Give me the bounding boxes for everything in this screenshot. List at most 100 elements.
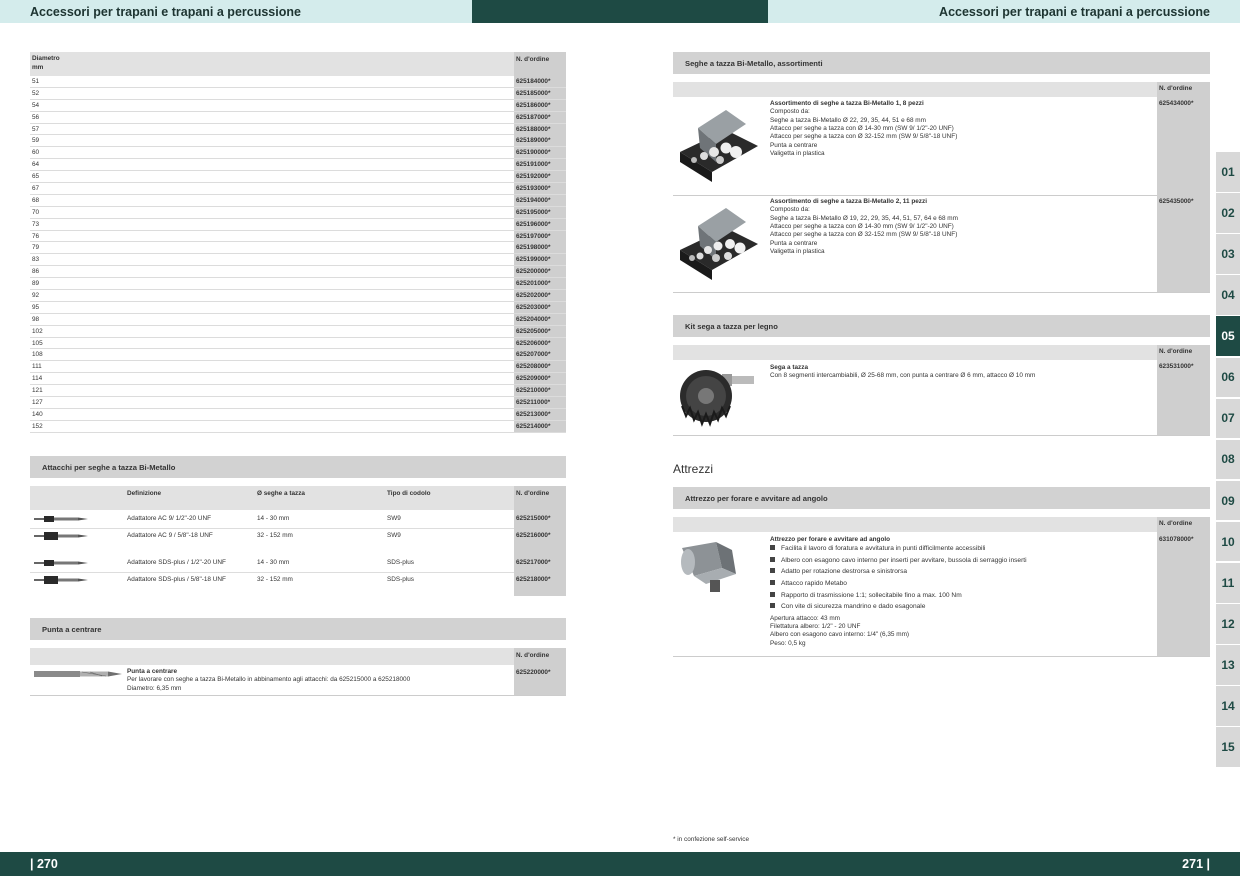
diameter-value: 127: [32, 399, 43, 407]
order-number: 625209000*: [514, 373, 566, 385]
diameter-value: 59: [32, 137, 40, 145]
definizione-cell: Adattatore SDS-plus / 5/8"-18 UNF: [127, 576, 226, 583]
kit-desc: Con 8 segmenti intercambiabili, Ø 25-68 …: [770, 372, 1036, 380]
bullet-text: Rapporto di trasmissione 1:1; sollecitab…: [781, 591, 962, 599]
page-title-right: Accessori per trapani e trapani a percus…: [939, 4, 1210, 19]
section-bar-attacchi: Attacchi per seghe a tazza Bi-Metallo: [30, 456, 566, 478]
chapter-tab-14[interactable]: 14: [1216, 686, 1240, 726]
diameter-value: 52: [32, 89, 40, 97]
feature-bullet: Facilita il lavoro di foratura e avvitat…: [770, 545, 1154, 554]
table-row: 92 625202000*: [30, 290, 566, 302]
seghe-divider-2: [673, 292, 1210, 293]
order-number: 625204000*: [514, 313, 566, 325]
diameter-header: Diametro mm: [32, 55, 60, 73]
seghe-line: Attacco per seghe a tazza con Ø 32-152 m…: [770, 231, 958, 239]
chapter-tab-13[interactable]: 13: [1216, 645, 1240, 685]
diameter-value: 79: [32, 244, 40, 252]
order-number: 625194000*: [514, 194, 566, 206]
col-codolo: Tipo di codolo: [387, 490, 431, 497]
table-row: 59 625189000*: [30, 135, 566, 148]
chapter-tab-04[interactable]: 04: [1216, 275, 1240, 315]
chapter-tab-03[interactable]: 03: [1216, 234, 1240, 274]
seghe-line: Valigetta in plastica: [770, 247, 825, 255]
attrezzi-divider: [673, 656, 1210, 657]
table-row: 83 625199000*: [30, 254, 566, 267]
seghe-order-1: 625434000*: [1159, 100, 1194, 107]
table-row: 51 625184000*: [30, 76, 566, 88]
holesaw-case-image-1: [680, 110, 758, 182]
kit-order-header: N. d'ordine: [1159, 348, 1193, 355]
page-title-left: Accessori per trapani e trapani a percus…: [30, 4, 301, 19]
punta-usage: Per lavorare con seghe a tazza Bi-Metall…: [127, 676, 411, 684]
chapter-tab-10[interactable]: 10: [1216, 521, 1240, 562]
angle-attachment-image: [681, 542, 736, 592]
feature-bullet: Attacco rapido Metabo: [770, 580, 1154, 589]
seghe-line: Punta a centrare: [770, 239, 818, 247]
attrezzi-order-number: 631078000*: [1159, 536, 1194, 543]
diameter-value: 95: [32, 303, 40, 311]
chapter-tab-11[interactable]: 11: [1216, 563, 1240, 603]
order-number: 625190000*: [514, 147, 566, 159]
definizione-cell: Adattatore SDS-plus / 1/2"-20 UNF: [127, 559, 226, 566]
table-row: 64 625191000*: [30, 159, 566, 172]
attrezzi-name: Attrezzo per forare e avvitare ad angolo: [770, 536, 891, 543]
footer-left: | 270: [0, 852, 620, 876]
chapter-tab-12[interactable]: 12: [1216, 604, 1240, 644]
section-bar-punta: Punta a centrare: [30, 618, 566, 640]
order-number: 625188000*: [514, 123, 566, 135]
section-bar-attrezzi: Attrezzo per forare e avvitare ad angolo: [673, 487, 1210, 509]
kit-description: Sega a tazza Con 8 segmenti intercambiab…: [770, 364, 1150, 381]
chapter-tab-02[interactable]: 02: [1216, 193, 1240, 233]
order-number: 625217000*: [516, 559, 551, 566]
table-row: 57 625188000*: [30, 123, 566, 136]
diameter-value: 86: [32, 268, 40, 276]
chapter-tab-08[interactable]: 08: [1216, 439, 1240, 480]
table-row: 102 625205000*: [30, 325, 566, 338]
seghe-item-1-name: Assortimento di seghe a tazza Bi-Metallo…: [770, 100, 924, 107]
attrezzi-description: Attrezzo per forare e avvitare ad angolo…: [770, 536, 1154, 648]
codolo-cell: SDS-plus: [387, 576, 414, 583]
table-row: 52 625185000*: [30, 87, 566, 100]
feature-bullet: Albero con esagono cavo interno per inse…: [770, 556, 1154, 566]
feature-bullet: Adatto per rotazione destrorsa e sinistr…: [770, 568, 1154, 577]
header-left-accent: [472, 0, 620, 23]
kit-order-column: N. d'ordine 623531000*: [1157, 345, 1210, 435]
chapter-tab-05[interactable]: 05: [1216, 316, 1240, 356]
page-number-left: | 270: [30, 857, 58, 871]
table-row: 68 625194000*: [30, 194, 566, 207]
attacchi-table-header: Definizione Ø seghe a tazza Tipo di codo…: [30, 486, 566, 510]
chapter-tab-09[interactable]: 09: [1216, 480, 1240, 521]
table-row: 152 625214000*: [30, 420, 566, 433]
seghe-item-1: Assortimento di seghe a tazza Bi-Metallo…: [770, 100, 1150, 158]
diameter-value: 70: [32, 208, 40, 216]
table-row: 73 625196000*: [30, 218, 566, 231]
punta-order-header: N. d'ordine: [516, 652, 550, 659]
seghe-line: Valigetta in plastica: [770, 149, 825, 157]
table-row: 70 625195000*: [30, 206, 566, 219]
seghe-order-column: N. d'ordine 625434000* 625435000*: [1157, 82, 1210, 292]
adapter-image: [34, 576, 88, 584]
order-number: 625203000*: [514, 301, 566, 313]
header-right-accent: [620, 0, 768, 23]
bullet-square-icon: [770, 568, 775, 574]
order-number: 625205000*: [514, 325, 566, 337]
diametro-cell: 14 - 30 mm: [257, 515, 290, 522]
row-divider: [30, 572, 514, 573]
order-number: 625187000*: [514, 111, 566, 123]
drill-bit-image: [34, 671, 122, 677]
chapter-tab-06[interactable]: 06: [1216, 357, 1240, 397]
order-number: 625211000*: [514, 397, 566, 409]
col-ordine: N. d'ordine: [516, 490, 550, 497]
page-number-right: 271 |: [1182, 857, 1210, 871]
attrezzi-table-header: [673, 517, 1210, 532]
order-number: 625195000*: [514, 206, 566, 218]
table-row: 140 625213000*: [30, 408, 566, 421]
chapter-tab-15[interactable]: 15: [1216, 727, 1240, 767]
seghe-line: Attacco per seghe a tazza con Ø 14-30 mm…: [770, 124, 954, 132]
attrezzi-heading: Attrezzi: [673, 462, 714, 476]
chapter-tab-07[interactable]: 07: [1216, 398, 1240, 439]
footer-right: 271 |: [620, 852, 1240, 876]
table-row: 79 625198000*: [30, 242, 566, 255]
chapter-tab-01[interactable]: 01: [1216, 152, 1240, 192]
punta-table-header: [30, 648, 566, 665]
